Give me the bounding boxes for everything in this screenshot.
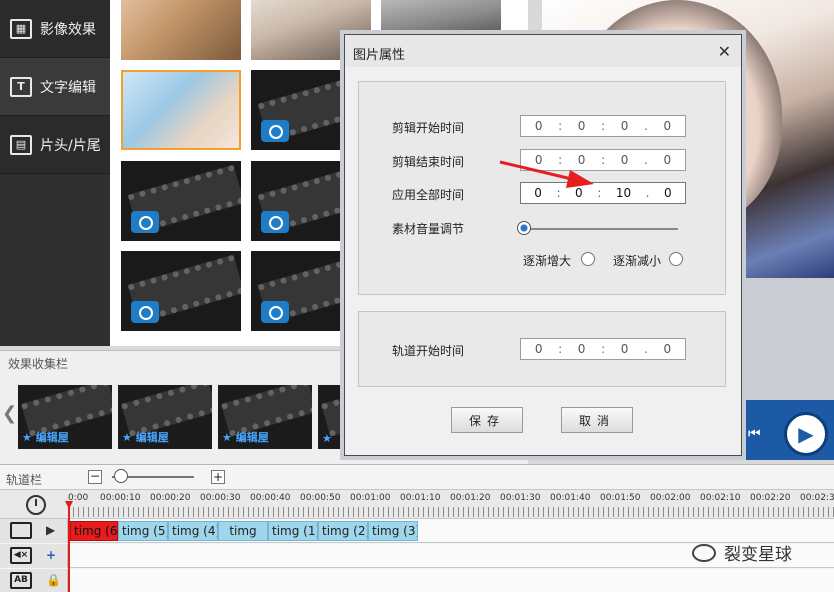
nav-item-label: 片头/片尾	[40, 137, 101, 154]
fade-in-radio[interactable]	[581, 252, 595, 266]
ruler-label: 00:02:10	[700, 493, 741, 503]
clip-end-label: 剪辑结束时间	[392, 155, 465, 169]
ruler-label: 00:00:40	[250, 493, 291, 503]
media-thumb[interactable]	[121, 251, 241, 331]
dialog-titlebar[interactable]: 图片属性 ✕	[345, 35, 741, 67]
scroll-left-icon[interactable]: ❮	[2, 403, 17, 424]
text-track-header: AB 🔒	[0, 569, 68, 592]
volume-label: 素材音量调节	[392, 222, 465, 236]
dialog-title: 图片属性	[353, 48, 406, 63]
nav-item-text-edit[interactable]: T 文字编辑	[0, 58, 110, 116]
left-nav: ▦ 影像效果 T 文字编辑 ▤ 片头/片尾	[0, 0, 110, 346]
watermark-text: 裂变星球	[724, 545, 792, 565]
timeline-clip[interactable]: timg (1)	[268, 521, 318, 541]
clip-start-time-field[interactable]: 0:0:0.0	[520, 115, 686, 137]
effects-bar-title: 效果收集栏	[8, 357, 69, 371]
media-thumb[interactable]	[121, 0, 241, 60]
media-thumb-selected[interactable]	[121, 70, 241, 150]
ruler-ticks	[68, 507, 834, 517]
camera-icon	[261, 301, 289, 323]
playhead[interactable]	[68, 505, 70, 592]
expand-icon[interactable]: ▶	[46, 523, 55, 537]
apply-all-label: 应用全部时间	[392, 188, 465, 202]
zoom-in-button[interactable]: +	[211, 470, 225, 484]
time-ruler[interactable]: 0:00 00:00:10 00:00:20 00:00:30 00:00:40…	[68, 489, 834, 519]
zoom-out-button[interactable]: −	[88, 470, 102, 484]
ruler-label: 00:02:30	[800, 493, 834, 503]
effect-label: ★ 编辑屋	[122, 431, 169, 444]
fade-out-radio[interactable]	[669, 252, 683, 266]
cancel-button[interactable]: 取消	[561, 407, 633, 433]
ruler-label: 00:00:30	[200, 493, 241, 503]
wechat-icon	[692, 544, 716, 562]
ruler-label: 00:01:20	[450, 493, 491, 503]
timeline-panel: 轨道栏 − + 0:00 00:00:10 00:00:20 00:00:30 …	[0, 464, 834, 592]
play-button[interactable]: ▶	[784, 412, 828, 456]
ruler-label: 00:02:00	[650, 493, 691, 503]
play-icon: ▶	[798, 422, 814, 446]
text-track-icon: AB	[10, 572, 32, 589]
ruler-label: 00:01:30	[500, 493, 541, 503]
track-start-label: 轨道开始时间	[392, 344, 465, 358]
clip-start-label: 剪辑开始时间	[392, 121, 465, 135]
timeline-clip[interactable]: timg (2)	[318, 521, 368, 541]
zoom-slider-knob[interactable]	[114, 469, 128, 483]
playhead-marker[interactable]	[65, 501, 73, 509]
text-icon: T	[10, 76, 32, 97]
ruler-label: 00:01:10	[400, 493, 441, 503]
lock-icon[interactable]: 🔒	[46, 573, 61, 587]
timeline-clip[interactable]: timg (5)	[118, 521, 168, 541]
layout-icon: ▤	[10, 134, 32, 155]
track-settings-group: 轨道开始时间 0:0:0.0	[358, 311, 726, 387]
nav-item-image-effects[interactable]: ▦ 影像效果	[0, 0, 110, 58]
ruler-label: 00:00:10	[100, 493, 141, 503]
audio-track-header: ◀× +	[0, 544, 68, 568]
timeline-clip[interactable]: timg (6)	[70, 521, 118, 541]
ruler-label: 00:00:20	[150, 493, 191, 503]
ruler-label: 00:02:20	[750, 493, 791, 503]
ruler-label: 00:01:40	[550, 493, 591, 503]
image-properties-dialog: 图片属性 ✕ 剪辑开始时间 0:0:0.0 剪辑结束时间 0:0:0.0 应用全…	[344, 34, 742, 456]
save-button[interactable]: 保存	[451, 407, 523, 433]
timeline-clip[interactable]: timg	[218, 521, 268, 541]
volume-slider-track[interactable]	[522, 228, 678, 230]
effect-label: ★	[322, 432, 332, 445]
video-track-icon	[10, 522, 32, 539]
timeline-clip[interactable]: timg (3)	[368, 521, 418, 541]
fade-in-label: 逐渐增大	[523, 254, 572, 268]
ruler-label: 00:00:50	[300, 493, 341, 503]
camera-icon	[131, 301, 159, 323]
timeline-clip[interactable]: timg (4)	[168, 521, 218, 541]
clock-icon	[26, 495, 46, 515]
camera-icon	[261, 120, 289, 142]
ruler-label: 00:01:00	[350, 493, 391, 503]
nav-item-label: 影像效果	[40, 21, 96, 38]
video-track[interactable]: ▶ timg (6) timg (5) timg (4) timg timg (…	[0, 519, 834, 543]
nav-item-label: 文字编辑	[40, 79, 96, 96]
ruler-label: 00:01:50	[600, 493, 641, 503]
camera-icon	[261, 211, 289, 233]
effect-item[interactable]: ★ 编辑屋	[18, 385, 112, 449]
camera-icon	[131, 211, 159, 233]
volume-slider-knob[interactable]	[517, 221, 531, 235]
nav-item-intro-outro[interactable]: ▤ 片头/片尾	[0, 116, 110, 174]
audio-mute-icon[interactable]: ◀×	[10, 547, 32, 564]
effect-item[interactable]: ★ 编辑屋	[118, 385, 212, 449]
timeline-title: 轨道栏	[6, 473, 43, 487]
effect-label: ★ 编辑屋	[22, 431, 69, 444]
track-start-time-field[interactable]: 0:0:0.0	[520, 338, 686, 360]
close-icon[interactable]: ✕	[718, 42, 731, 61]
media-thumb[interactable]	[121, 161, 241, 241]
effect-label: ★ 编辑屋	[222, 431, 269, 444]
video-track-header: ▶	[0, 519, 68, 543]
annotation-arrow	[499, 160, 594, 188]
add-audio-icon[interactable]: +	[46, 548, 56, 562]
effect-item[interactable]: ★ 编辑屋	[218, 385, 312, 449]
film-icon: ▦	[10, 18, 32, 39]
text-track[interactable]: AB 🔒	[0, 569, 834, 592]
fade-out-label: 逐渐减小	[613, 254, 662, 268]
rewind-icon[interactable]: ⏮	[748, 426, 761, 442]
